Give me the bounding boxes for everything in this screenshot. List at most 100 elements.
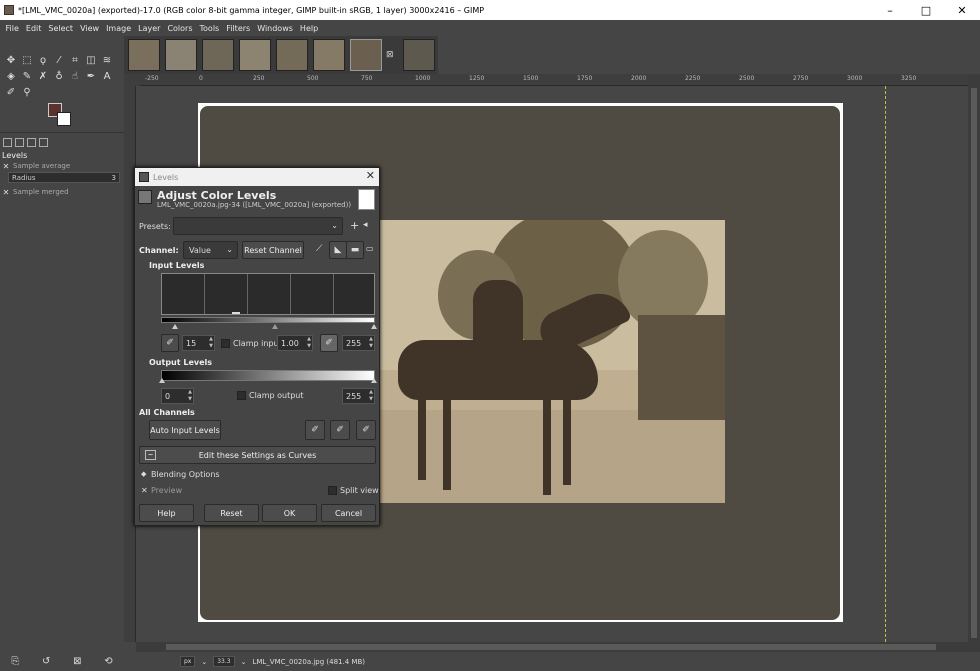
auto-input-levels-button[interactable]: Auto Input Levels (149, 420, 221, 440)
images-tab-icon[interactable] (39, 137, 48, 147)
pick-white-point-icon[interactable]: ✐ (320, 334, 338, 352)
gamma-spinner[interactable]: 1.00 ▲ ▼ (277, 335, 313, 351)
restore-options-icon[interactable]: ↺ (42, 656, 50, 667)
reset-button[interactable]: Reset (204, 504, 259, 522)
unified-transform-icon[interactable]: ◫ (84, 53, 98, 67)
menu-select[interactable]: Select (45, 24, 77, 33)
menu-edit[interactable]: Edit (22, 24, 45, 33)
presets-combo[interactable]: ⌄ (173, 217, 343, 235)
zoom-select[interactable]: 33.3 (213, 656, 235, 667)
color-picker-icon[interactable]: ✐ (4, 85, 18, 99)
pick-black-point-icon[interactable]: ✐ (161, 334, 179, 352)
warp-transform-icon[interactable]: ≋ (100, 53, 114, 67)
expander-icon[interactable]: ◆ (141, 470, 146, 478)
output-low-handle[interactable] (159, 378, 165, 383)
move-tool-icon[interactable]: ✥ (4, 53, 18, 67)
menu-filters[interactable]: Filters (223, 24, 254, 33)
sample-average-row[interactable]: ✕ Sample average (2, 160, 120, 172)
image-thumbnail[interactable] (313, 39, 345, 71)
text-tool-icon[interactable]: A (100, 69, 114, 83)
clamp-output-checkbox[interactable] (237, 391, 246, 400)
image-thumbnail-active[interactable] (350, 39, 382, 71)
reset-options-icon[interactable]: ⟲ (104, 656, 112, 667)
image-thumbnail[interactable] (403, 39, 435, 71)
output-high-handle[interactable] (371, 378, 377, 383)
check-icon[interactable]: ✕ (2, 162, 10, 171)
chevron-down-icon[interactable]: ⌄ (241, 658, 247, 666)
paintbrush-icon[interactable]: ✎ (20, 69, 34, 83)
add-preset-icon[interactable]: + (350, 219, 359, 232)
radius-slider[interactable]: Radius 3 (8, 172, 120, 183)
unit-select[interactable]: px (180, 656, 196, 667)
histogram[interactable] (161, 273, 375, 315)
image-thumbnail[interactable] (165, 39, 197, 71)
menu-view[interactable]: View (77, 24, 103, 33)
clamp-input-checkbox[interactable] (221, 339, 230, 348)
menu-tools[interactable]: Tools (196, 24, 223, 33)
menu-file[interactable]: File (2, 24, 22, 33)
histogram-view-icon[interactable]: ▬ (346, 241, 364, 259)
histogram-log-icon[interactable]: ▭ (366, 244, 374, 253)
input-low-spinner[interactable]: 15 ▲ ▼ (182, 335, 215, 351)
edit-as-curves-button[interactable]: ~ Edit these Settings as Curves (139, 446, 376, 464)
linear-histogram-icon[interactable]: ⟋ (316, 244, 322, 254)
pick-white-all-icon[interactable]: ✐ (356, 420, 376, 440)
rect-select-icon[interactable]: ⬚ (20, 53, 34, 67)
menu-windows[interactable]: Windows (254, 24, 297, 33)
preview-check-icon[interactable]: ✕ (141, 486, 148, 495)
input-low-handle[interactable] (172, 324, 178, 329)
output-high-spinner[interactable]: 255 ▲ ▼ (342, 388, 375, 404)
delete-options-icon[interactable]: ⊠ (73, 656, 81, 667)
dialog-close-icon[interactable]: ✕ (366, 169, 375, 182)
preset-menu-icon[interactable]: ◂ (363, 220, 368, 230)
image-thumbnail[interactable] (239, 39, 271, 71)
ok-button[interactable]: OK (262, 504, 317, 522)
device-status-tab-icon[interactable] (15, 137, 24, 147)
help-button[interactable]: Help (139, 504, 194, 522)
undo-history-tab-icon[interactable] (27, 137, 36, 147)
blending-options-label[interactable]: Blending Options (151, 470, 220, 479)
menu-help[interactable]: Help (296, 24, 321, 33)
zoom-tool-icon[interactable]: ⚲ (20, 85, 34, 99)
input-high-handle[interactable] (371, 324, 377, 329)
horizontal-ruler[interactable]: -250 0 250 500 750 1000 1250 1500 1750 2… (140, 74, 968, 86)
log-histogram-icon[interactable]: ◣ (329, 241, 347, 259)
free-select-icon[interactable]: ϙ (36, 53, 50, 67)
bucket-fill-icon[interactable]: ◈ (4, 69, 18, 83)
tool-options-tab-icon[interactable] (3, 137, 12, 147)
chevron-down-icon[interactable]: ⌄ (201, 658, 207, 666)
channel-combo[interactable]: Value ⌄ (183, 241, 238, 259)
save-options-icon[interactable]: ⎘ (11, 656, 19, 667)
paths-tool-icon[interactable]: ✒ (84, 69, 98, 83)
maximize-button[interactable]: □ (908, 0, 944, 20)
eraser-icon[interactable]: ✗ (36, 69, 50, 83)
output-low-spinner[interactable]: 0 ▲ ▼ (161, 388, 194, 404)
pick-black-all-icon[interactable]: ✐ (305, 420, 325, 440)
split-view-checkbox[interactable] (328, 486, 337, 495)
gamma-handle[interactable] (272, 324, 278, 329)
image-thumbnail[interactable] (276, 39, 308, 71)
pick-gray-all-icon[interactable]: ✐ (330, 420, 350, 440)
crop-tool-icon[interactable]: ⌗ (68, 53, 82, 67)
close-tab-icon[interactable]: ⊠ (386, 50, 394, 60)
reset-channel-button[interactable]: Reset Channel (242, 241, 304, 259)
fuzzy-select-icon[interactable]: ⁄ (52, 53, 66, 67)
input-high-spinner[interactable]: 255 ▲ ▼ (342, 335, 375, 351)
horizontal-scrollbar[interactable] (136, 642, 968, 652)
image-thumbnail[interactable] (128, 39, 160, 71)
minimize-button[interactable]: – (872, 0, 908, 20)
image-thumbnail[interactable] (202, 39, 234, 71)
clone-tool-icon[interactable]: ♁ (52, 69, 66, 83)
smudge-tool-icon[interactable]: ☝ (68, 69, 82, 83)
menu-colors[interactable]: Colors (164, 24, 196, 33)
guide-line[interactable] (885, 86, 886, 642)
vertical-scrollbar[interactable] (968, 74, 980, 652)
menu-image[interactable]: Image (103, 24, 135, 33)
menu-layer[interactable]: Layer (135, 24, 164, 33)
cancel-button[interactable]: Cancel (321, 504, 376, 522)
dialog-titlebar[interactable]: Levels ✕ (135, 168, 379, 186)
background-color-swatch[interactable] (57, 112, 71, 126)
check-icon[interactable]: ✕ (2, 188, 10, 197)
close-window-button[interactable]: ✕ (944, 0, 980, 20)
sample-merged-row[interactable]: ✕ Sample merged (2, 186, 120, 198)
